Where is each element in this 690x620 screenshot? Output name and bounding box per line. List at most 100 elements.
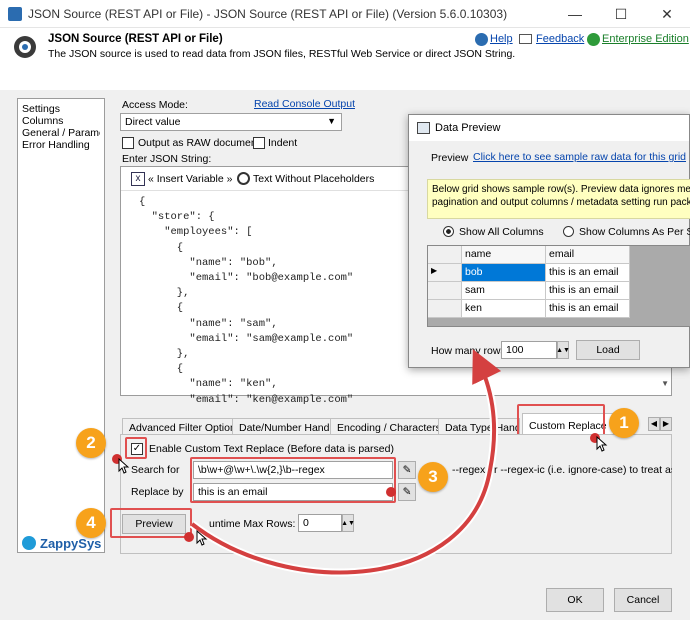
header: JSON Source (REST API or File) The JSON …	[0, 28, 690, 68]
ok-button[interactable]: OK	[546, 588, 604, 612]
nav-item-settings[interactable]: Settings	[22, 103, 100, 115]
replace-by-label: Replace by	[131, 486, 184, 498]
edition-link[interactable]: Enterprise Edition	[602, 33, 689, 45]
feedback-link[interactable]: Feedback	[536, 33, 584, 45]
rows-stepper[interactable]: ▲▼	[556, 341, 570, 359]
access-mode-select[interactable]: Direct value ▼	[120, 113, 342, 131]
nav-item-error-handling[interactable]: Error Handling	[22, 139, 100, 151]
grid-cell[interactable]: this is an email	[546, 264, 630, 282]
json-string-label: Enter JSON String:	[122, 153, 212, 165]
checkbox-highlight	[125, 437, 147, 459]
cursor-icon	[196, 530, 208, 546]
cursor-icon	[596, 436, 608, 452]
code-line: {	[139, 302, 184, 315]
search-hint: --regex or --regex-ic (i.e. ignore-case)…	[452, 464, 672, 476]
tab-scroll-right-icon[interactable]: ▶	[660, 417, 672, 431]
read-console-output-link[interactable]: Read Console Output	[254, 98, 355, 110]
preview-grid[interactable]: name email ▶ bob this is an email sam th…	[427, 245, 690, 327]
cancel-button[interactable]: Cancel	[614, 588, 672, 612]
nav-item-columns[interactable]: Columns	[22, 115, 100, 127]
json-source-logo-icon	[14, 36, 36, 58]
grid-cell[interactable]: this is an email	[546, 282, 630, 300]
title-bar: JSON Source (REST API or File) - JSON So…	[0, 0, 690, 28]
code-line: "email": "sam@example.com"	[139, 332, 354, 345]
show-all-columns-label: Show All Columns	[459, 226, 544, 238]
code-line: "name": "bob",	[139, 256, 278, 269]
text-without-placeholders-button[interactable]: Text Without Placeholders	[253, 173, 374, 185]
edition-icon	[587, 33, 600, 46]
preview-title-bar: Data Preview	[409, 115, 689, 141]
click-marker	[184, 532, 194, 542]
preview-notice: Below grid shows sample row(s). Preview …	[427, 179, 690, 219]
grid-cell[interactable]: this is an email	[546, 300, 630, 318]
row-selector	[428, 282, 462, 300]
close-button[interactable]: ✕	[644, 0, 690, 28]
show-all-columns-radio[interactable]	[443, 226, 454, 237]
click-marker	[386, 487, 396, 497]
code-line: "email": "bob@example.com"	[139, 272, 354, 285]
code-line: },	[139, 287, 190, 300]
window-title: JSON Source (REST API or File) - JSON So…	[28, 7, 508, 21]
minimize-button[interactable]: —	[552, 0, 598, 28]
zappysys-logo-icon	[22, 536, 36, 550]
code-line: {	[139, 196, 146, 208]
json-code: { "store": { "employees": [ { "name": "b…	[139, 195, 353, 408]
how-many-rows-input[interactable]: 100	[501, 341, 557, 359]
code-line: "store": {	[139, 211, 215, 224]
row-selector	[428, 300, 462, 318]
indent-checkbox[interactable]	[253, 137, 265, 149]
left-navigation: Settings Columns General / Parameters Er…	[17, 98, 105, 553]
app-icon	[8, 7, 22, 21]
enable-custom-replace-label: Enable Custom Text Replace (Before data …	[149, 443, 394, 455]
preview-window-title: Data Preview	[435, 122, 501, 134]
search-edit-icon[interactable]: ✎	[398, 461, 416, 479]
grid-cell[interactable]: bob	[462, 264, 546, 282]
help-icon[interactable]	[475, 33, 488, 46]
search-replace-highlight	[190, 457, 396, 503]
row-selector-icon: ▶	[428, 264, 462, 282]
feedback-icon[interactable]	[519, 34, 532, 44]
runtime-max-rows-label: untime Max Rows:	[209, 518, 296, 530]
tab-scroll-left-icon[interactable]: ◀	[648, 417, 660, 431]
code-line: {	[139, 363, 184, 376]
preview-label: Preview	[431, 152, 469, 164]
help-link[interactable]: Help	[490, 33, 513, 45]
load-button[interactable]: Load	[576, 340, 640, 360]
grid-cell[interactable]: ken	[462, 300, 546, 318]
nav-item-general-parameters[interactable]: General / Parameters	[22, 127, 100, 139]
grid-column-header[interactable]: email	[546, 246, 630, 264]
grid-corner	[428, 246, 462, 264]
header-description: The JSON source is used to read data fro…	[48, 48, 516, 60]
how-many-rows-label: How many rows	[431, 345, 506, 357]
sample-raw-data-link[interactable]: Click here to see sample raw data for th…	[473, 151, 686, 163]
header-title: JSON Source (REST API or File)	[48, 33, 223, 45]
raw-document-checkbox[interactable]	[122, 137, 134, 149]
insert-variable-icon[interactable]: x	[131, 172, 145, 186]
grid-column-header[interactable]: name	[462, 246, 546, 264]
grid-cell[interactable]: sam	[462, 282, 546, 300]
runtime-max-rows-input[interactable]: 0	[298, 514, 342, 532]
scroll-down-icon[interactable]: ▼	[661, 379, 669, 388]
access-mode-label: Access Mode:	[122, 99, 188, 111]
show-columns-per-radio[interactable]	[563, 226, 574, 237]
step-badge-1: 1	[609, 408, 639, 438]
raw-document-label: Output as RAW document	[138, 137, 260, 149]
code-line: },	[139, 348, 190, 361]
step-badge-3: 3	[418, 462, 448, 492]
notice-line-2: pagination and output columns / metadata…	[432, 197, 690, 208]
cursor-icon	[118, 458, 130, 474]
access-mode-value: Direct value	[125, 116, 181, 128]
data-preview-window: Data Preview Preview Click here to see s…	[408, 114, 690, 368]
code-line: "email": "ken@example.com"	[139, 393, 354, 406]
replace-edit-icon[interactable]: ✎	[398, 483, 416, 501]
notice-line-1: Below grid shows sample row(s). Preview …	[432, 184, 690, 195]
runtime-stepper[interactable]: ▲▼	[341, 514, 355, 532]
code-line: "name": "ken",	[139, 378, 278, 391]
code-line: {	[139, 241, 184, 254]
maximize-button[interactable]: ☐	[598, 0, 644, 28]
insert-variable-button[interactable]: « Insert Variable »	[148, 173, 232, 185]
indent-label: Indent	[268, 137, 298, 149]
chevron-down-icon: ▼	[327, 116, 336, 126]
step-badge-2: 2	[76, 428, 106, 458]
preview-highlight	[110, 508, 192, 538]
